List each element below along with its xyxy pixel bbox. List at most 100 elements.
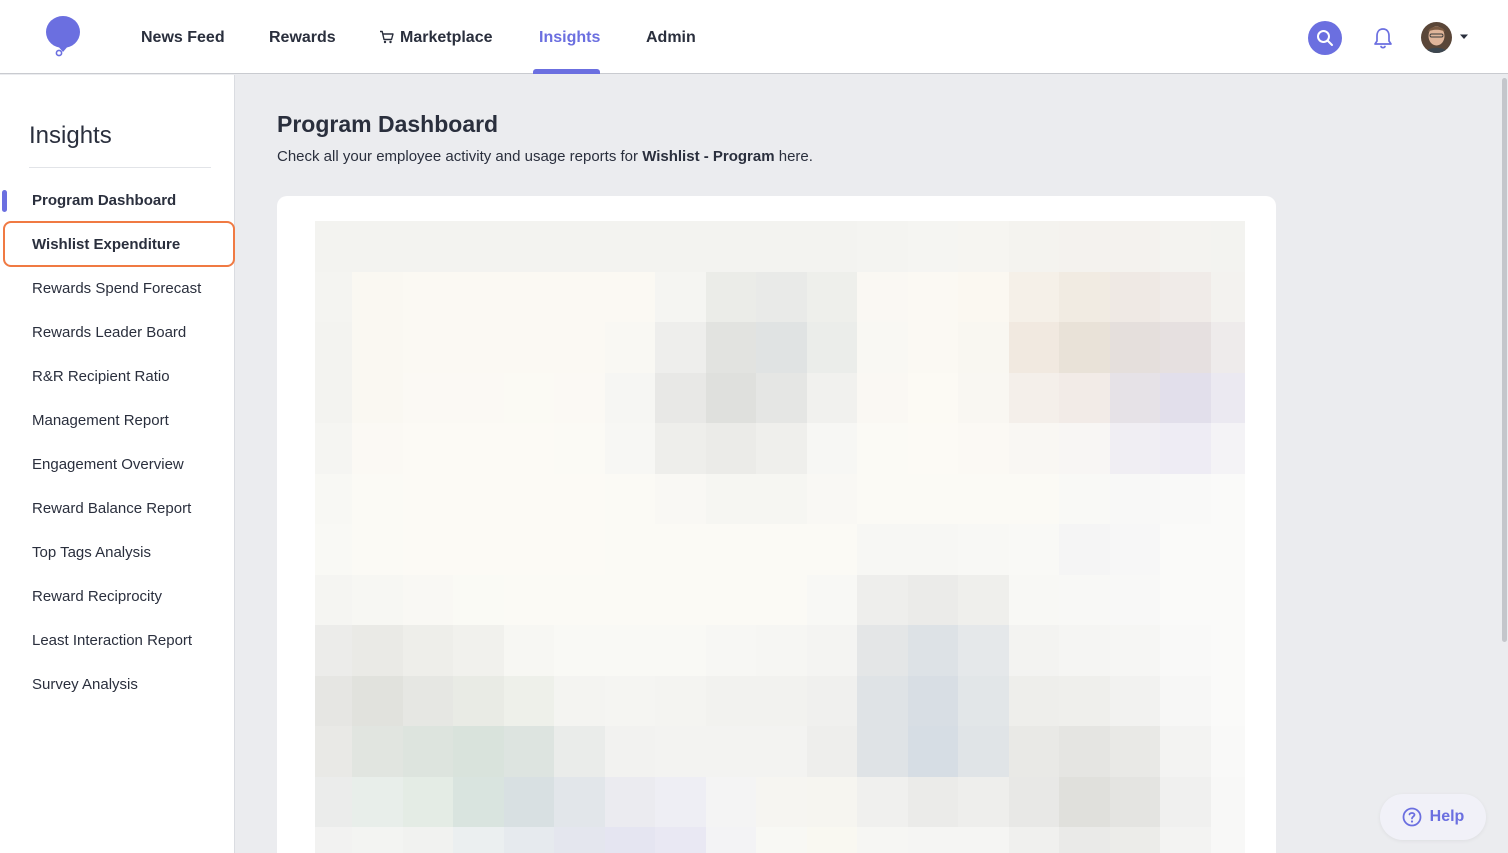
mosaic-tile xyxy=(315,322,352,373)
sidebar-item-management-report[interactable]: Management Report xyxy=(32,411,169,431)
mosaic-tile xyxy=(857,776,908,827)
mosaic-tile xyxy=(402,372,453,423)
mosaic-tile xyxy=(352,726,403,777)
mosaic-tile xyxy=(1109,271,1160,322)
sidebar-item-rewards-leader-board[interactable]: Rewards Leader Board xyxy=(32,323,186,343)
mosaic-tile xyxy=(1008,776,1059,827)
mosaic-tile xyxy=(315,726,352,777)
mosaic-tile xyxy=(806,776,857,827)
mosaic-tile xyxy=(402,675,453,726)
mosaic-tile xyxy=(857,473,908,524)
mosaic-tile xyxy=(705,726,756,777)
sidebar-item-engagement-overview[interactable]: Engagement Overview xyxy=(32,455,184,475)
mosaic-tile xyxy=(604,423,655,474)
mosaic-tile xyxy=(1210,675,1245,726)
mosaic-tile xyxy=(958,322,1009,373)
bell-icon[interactable] xyxy=(1372,26,1394,50)
mosaic-tile xyxy=(554,625,605,676)
mosaic-tile xyxy=(315,271,352,322)
mosaic-tile xyxy=(1109,372,1160,423)
mosaic-tile xyxy=(1160,372,1211,423)
mosaic-tile xyxy=(907,726,958,777)
mosaic-tile xyxy=(907,524,958,575)
mosaic-tile xyxy=(1210,524,1245,575)
mosaic-tile xyxy=(1059,675,1110,726)
nav-rewards[interactable]: Rewards xyxy=(269,28,336,48)
mosaic-tile xyxy=(806,473,857,524)
mosaic-tile xyxy=(1109,423,1160,474)
mosaic-tile xyxy=(655,473,706,524)
mosaic-tile xyxy=(1210,625,1245,676)
mosaic-tile xyxy=(1210,827,1245,853)
mosaic-tile xyxy=(1059,423,1110,474)
mosaic-tile xyxy=(453,423,504,474)
mosaic-tile xyxy=(907,776,958,827)
page-subtitle: Check all your employee activity and usa… xyxy=(277,148,813,165)
mosaic-tile xyxy=(806,372,857,423)
mosaic-tile xyxy=(857,372,908,423)
mosaic-tile xyxy=(352,574,403,625)
sidebar-item-reward-reciprocity[interactable]: Reward Reciprocity xyxy=(32,587,162,607)
mosaic-tile xyxy=(756,776,807,827)
mosaic-tile xyxy=(756,574,807,625)
sidebar-divider xyxy=(29,167,211,168)
mosaic-tile xyxy=(1210,574,1245,625)
mosaic-tile xyxy=(756,271,807,322)
sidebar-item-top-tags-analysis[interactable]: Top Tags Analysis xyxy=(32,543,151,563)
nav-news-feed[interactable]: News Feed xyxy=(141,28,225,48)
page-scrollbar[interactable] xyxy=(1502,78,1507,642)
help-label: Help xyxy=(1429,808,1465,825)
mosaic-tile xyxy=(453,524,504,575)
mosaic-tile xyxy=(756,524,807,575)
mosaic-tile xyxy=(1109,574,1160,625)
mosaic-tile xyxy=(756,221,807,272)
mosaic-tile xyxy=(352,675,403,726)
sidebar-item-least-interaction-report[interactable]: Least Interaction Report xyxy=(32,631,192,651)
mosaic-tile xyxy=(503,473,554,524)
sidebar-item-reward-balance-report[interactable]: Reward Balance Report xyxy=(32,499,191,519)
sidebar-item-program-dashboard[interactable]: Program Dashboard xyxy=(32,191,176,211)
mosaic-tile xyxy=(1059,322,1110,373)
mosaic-tile xyxy=(958,271,1009,322)
mosaic-tile xyxy=(1210,322,1245,373)
nav-admin[interactable]: Admin xyxy=(646,28,696,48)
mosaic-tile xyxy=(402,625,453,676)
mosaic-tile xyxy=(1160,322,1211,373)
brand-logo-icon[interactable] xyxy=(44,15,82,57)
mosaic-tile xyxy=(1210,221,1245,272)
mosaic-tile xyxy=(958,726,1009,777)
mosaic-tile xyxy=(1109,473,1160,524)
sidebar-item-rr-recipient-ratio[interactable]: R&R Recipient Ratio xyxy=(32,367,170,387)
mosaic-tile xyxy=(402,827,453,853)
mosaic-tile xyxy=(1210,473,1245,524)
mosaic-tile xyxy=(705,827,756,853)
mosaic-tile xyxy=(655,271,706,322)
user-avatar[interactable] xyxy=(1421,22,1452,53)
mosaic-tile xyxy=(554,423,605,474)
mosaic-tile xyxy=(604,271,655,322)
mosaic-tile xyxy=(604,574,655,625)
sidebar-item-survey-analysis[interactable]: Survey Analysis xyxy=(32,675,138,695)
subtitle-prefix: Check all your employee activity and usa… xyxy=(277,148,639,165)
help-button[interactable]: Help xyxy=(1380,794,1486,840)
mosaic-tile xyxy=(1210,776,1245,827)
mosaic-tile xyxy=(1008,372,1059,423)
dashboard-card xyxy=(277,196,1276,853)
nav-marketplace[interactable]: Marketplace xyxy=(379,28,493,48)
mosaic-tile xyxy=(806,675,857,726)
mosaic-tile xyxy=(705,625,756,676)
question-circle-icon xyxy=(1402,807,1422,827)
mosaic-tile xyxy=(1109,221,1160,272)
sidebar-item-rewards-spend-forecast[interactable]: Rewards Spend Forecast xyxy=(32,279,201,299)
mosaic-tile xyxy=(1059,473,1110,524)
mosaic-tile xyxy=(315,675,352,726)
mosaic-tile xyxy=(705,423,756,474)
caret-down-icon[interactable] xyxy=(1459,33,1469,41)
mosaic-tile xyxy=(756,827,807,853)
active-nav-indicator xyxy=(533,69,600,74)
mosaic-tile xyxy=(315,423,352,474)
search-button[interactable] xyxy=(1308,21,1342,55)
nav-insights[interactable]: Insights xyxy=(539,28,600,48)
mosaic-tile xyxy=(1160,423,1211,474)
sidebar-item-wishlist-expenditure[interactable]: Wishlist Expenditure xyxy=(32,235,180,255)
